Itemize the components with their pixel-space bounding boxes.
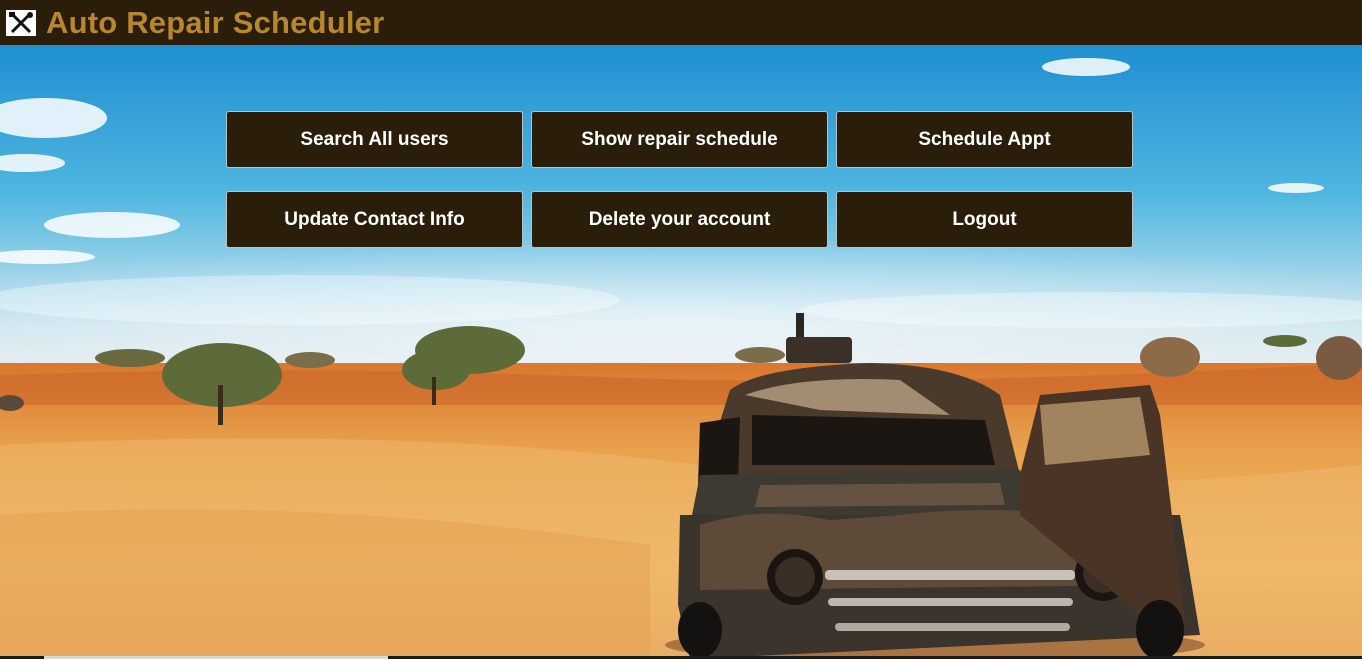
update-contact-info-button[interactable]: Update Contact Info (226, 191, 523, 248)
app-title: Auto Repair Scheduler (46, 4, 385, 40)
show-repair-schedule-button[interactable]: Show repair schedule (531, 111, 828, 168)
search-all-users-button[interactable]: Search All users (226, 111, 523, 168)
delete-account-button[interactable]: Delete your account (531, 191, 828, 248)
schedule-appt-button[interactable]: Schedule Appt (836, 111, 1133, 168)
main-menu: Search All users Show repair schedule Sc… (226, 111, 1133, 248)
wrench-screwdriver-icon (6, 9, 36, 36)
app-header: Auto Repair Scheduler (0, 0, 1362, 45)
logout-button[interactable]: Logout (836, 191, 1133, 248)
